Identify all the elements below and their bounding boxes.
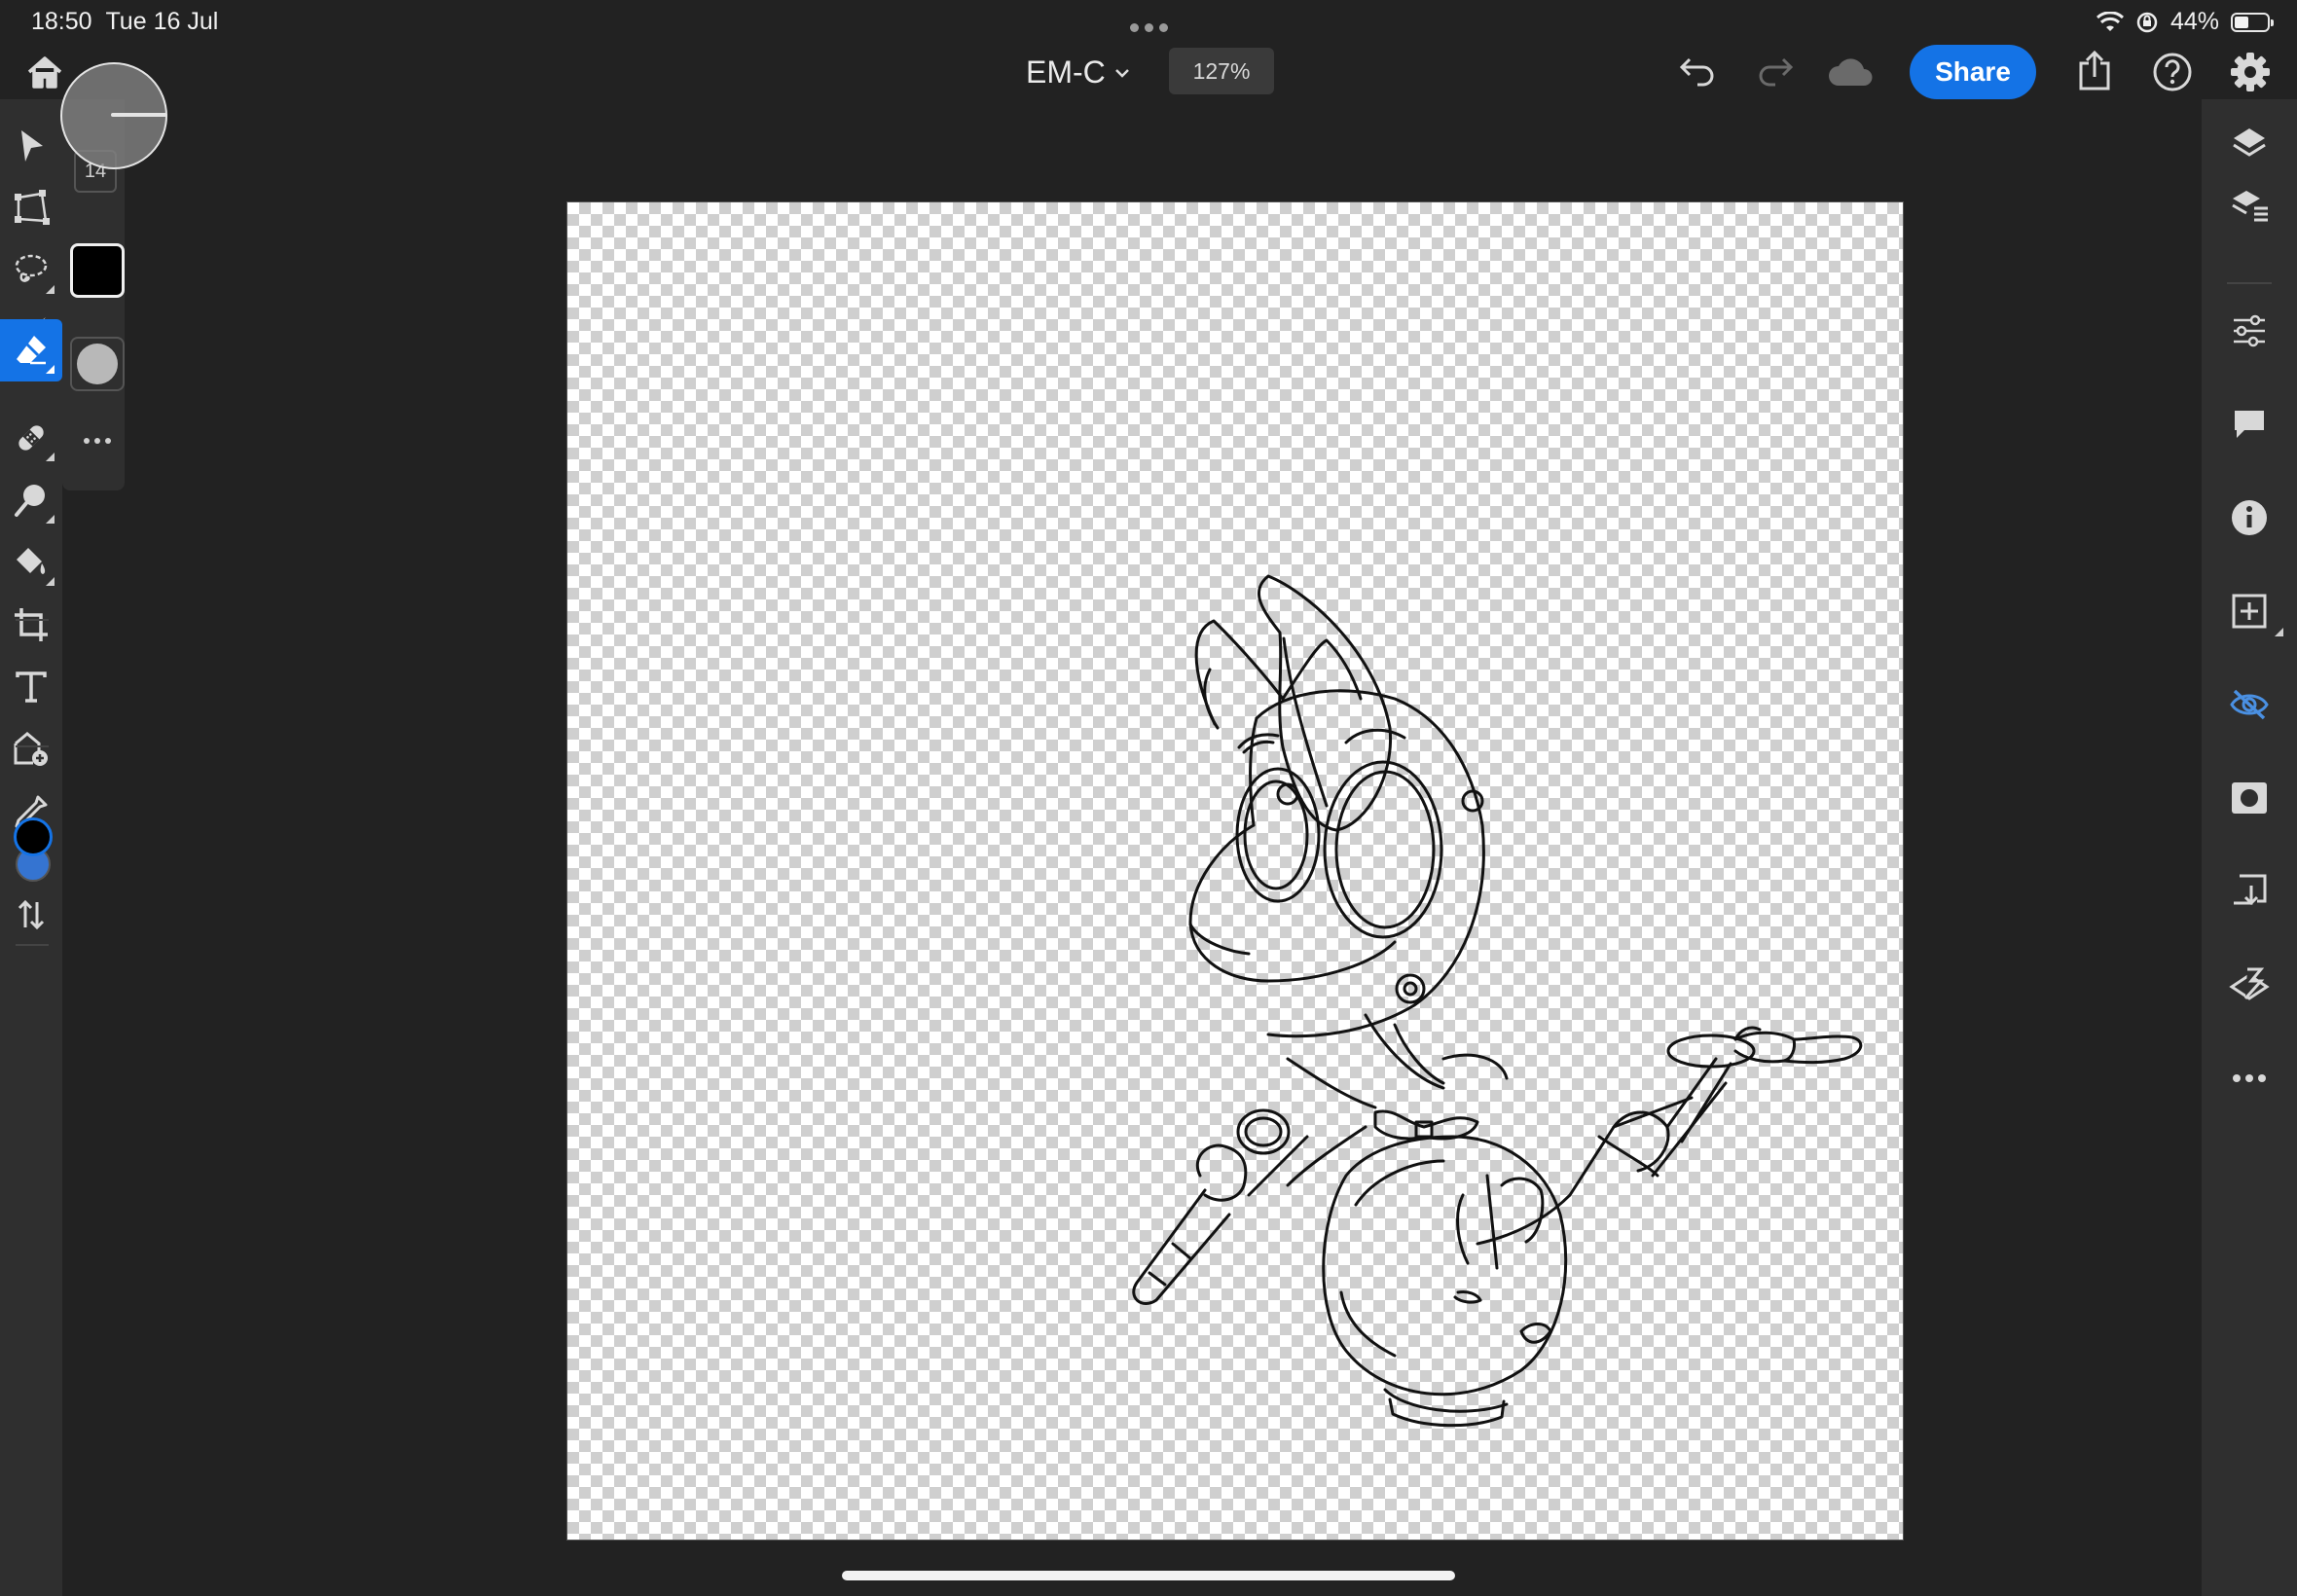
- fill-icon: [17, 548, 46, 574]
- adjustments-button[interactable]: [2202, 300, 2297, 362]
- share-button[interactable]: Share: [1910, 45, 2036, 99]
- add-layer-icon: [2232, 594, 2267, 629]
- wifi-icon: [2096, 11, 2124, 31]
- healing-icon: [18, 425, 44, 451]
- place-image-tool[interactable]: [0, 718, 62, 780]
- undo-icon[interactable]: [1674, 51, 1721, 93]
- chevron-down-icon: [1114, 68, 1129, 78]
- import-icon: [2234, 874, 2267, 906]
- cloud-icon[interactable]: [1826, 51, 1877, 93]
- swap-colors-icon: [18, 899, 45, 930]
- more-button[interactable]: [2202, 1047, 2297, 1109]
- lasso-icon: [15, 254, 48, 282]
- brush-size-slider-knob[interactable]: [60, 62, 167, 169]
- layers-button[interactable]: [2202, 113, 2297, 175]
- select-tool[interactable]: [0, 115, 62, 177]
- status-time: 18:50 Tue 16 Jul: [31, 8, 219, 35]
- sketch-drawing: [1132, 574, 1863, 1428]
- comments-icon: [2235, 411, 2264, 438]
- canvas-area[interactable]: [62, 99, 2204, 1596]
- clipping-icon: [2229, 967, 2270, 1000]
- more-icon: [2233, 1074, 2266, 1082]
- mask-button[interactable]: [2202, 767, 2297, 829]
- battery-icon: [2231, 12, 2274, 32]
- left-toolbar: [0, 99, 62, 1596]
- document-title[interactable]: EM-C: [1026, 54, 1131, 91]
- transform-icon: [15, 190, 50, 225]
- right-toolbar: [2202, 99, 2297, 1596]
- lasso-tool[interactable]: [0, 239, 62, 302]
- transform-tool[interactable]: [0, 177, 62, 239]
- battery-percent: 44%: [2169, 8, 2219, 35]
- more-options-icon[interactable]: [84, 438, 111, 444]
- toolbar-divider: [16, 944, 49, 946]
- type-icon: [16, 671, 47, 703]
- toolbar-divider: [16, 619, 49, 621]
- home-indicator[interactable]: [842, 1571, 1455, 1580]
- import-button[interactable]: [2202, 860, 2297, 923]
- status-bar: 18:50 Tue 16 Jul 44%: [0, 0, 2297, 47]
- top-bar: EM-C 127% Share: [0, 43, 2297, 99]
- place-image-icon: [14, 732, 48, 766]
- info-icon: [2232, 500, 2267, 535]
- layer-properties-button[interactable]: [2202, 175, 2297, 237]
- zoom-level[interactable]: 127%: [1169, 48, 1274, 94]
- crop-tool[interactable]: [0, 594, 62, 656]
- home-icon[interactable]: [23, 51, 66, 93]
- status-right: 44%: [2096, 8, 2274, 36]
- document-canvas[interactable]: [566, 201, 1904, 1541]
- orientation-lock-icon: [2136, 12, 2158, 32]
- type-tool[interactable]: [0, 656, 62, 718]
- healing-tool[interactable]: [0, 407, 62, 469]
- layer-properties-icon: [2232, 191, 2268, 222]
- adjustments-icon: [2234, 314, 2265, 347]
- eraser-icon: [17, 336, 46, 365]
- toolbar-divider: [16, 745, 49, 747]
- smudge-icon: [15, 485, 45, 517]
- comments-button[interactable]: [2202, 393, 2297, 455]
- primary-color-swatch[interactable]: [14, 817, 53, 856]
- settings-icon[interactable]: [2227, 49, 2274, 95]
- crop-icon: [15, 608, 48, 641]
- toolbar-divider: [2227, 282, 2272, 284]
- smudge-tool[interactable]: [0, 469, 62, 531]
- visibility-icon: [2230, 689, 2269, 720]
- clipping-button[interactable]: [2202, 954, 2297, 1016]
- swap-colors-button[interactable]: [0, 884, 62, 946]
- brush-softness-swatch[interactable]: [70, 337, 125, 391]
- info-button[interactable]: [2202, 487, 2297, 549]
- mask-icon: [2232, 782, 2267, 814]
- eraser-color-swatch[interactable]: [70, 243, 125, 298]
- visibility-toggle[interactable]: [2202, 673, 2297, 736]
- export-icon[interactable]: [2071, 47, 2118, 95]
- redo-icon[interactable]: [1752, 51, 1799, 93]
- help-icon[interactable]: [2149, 49, 2196, 95]
- fill-tool[interactable]: [0, 531, 62, 594]
- select-icon: [21, 130, 43, 162]
- layers-icon: [2233, 128, 2266, 157]
- multitasking-dots[interactable]: [1127, 19, 1171, 37]
- eraser-tool[interactable]: [0, 319, 62, 381]
- add-layer-button[interactable]: [2202, 580, 2297, 642]
